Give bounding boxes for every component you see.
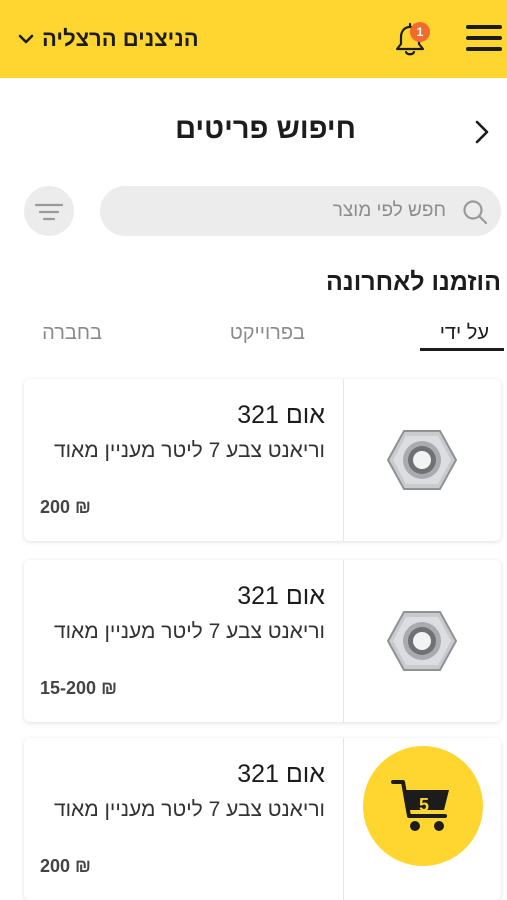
back-button[interactable] — [470, 118, 494, 146]
product-price: ₪ 200 — [40, 856, 91, 876]
hex-nut-icon — [386, 611, 458, 671]
branch-selector[interactable]: הניצנים הרצליה — [18, 22, 199, 56]
product-price: ₪ 15-200 — [40, 678, 117, 698]
search-icon — [463, 200, 488, 225]
active-tab-indicator — [420, 348, 504, 351]
product-description: וריאנט צבע 7 ליטר מעניין מאוד — [53, 439, 325, 462]
product-name: אום 321 — [237, 401, 325, 429]
search-input[interactable] — [126, 186, 446, 236]
product-card[interactable]: אום 321 וריאנט צבע 7 ליטר מעניין מאוד ₪ … — [24, 560, 501, 722]
page-title: חיפוש פריטים — [175, 113, 356, 145]
product-image — [343, 560, 501, 722]
tab-by-me[interactable]: על ידי — [440, 322, 489, 345]
product-description: וריאנט צבע 7 ליטר מעניין מאוד — [53, 620, 325, 643]
filter-button[interactable] — [24, 186, 74, 236]
chevron-right-icon — [475, 120, 489, 144]
product-name: אום 321 — [237, 760, 325, 788]
section-title: הוזמנו לאחרונה — [326, 268, 501, 296]
product-name: אום 321 — [237, 582, 325, 610]
product-image — [343, 379, 501, 541]
tab-company[interactable]: בחברה — [42, 322, 102, 345]
chevron-down-icon — [18, 34, 34, 44]
cart-count: 5 — [418, 795, 429, 815]
tab-project[interactable]: בפרוייקט — [230, 322, 305, 345]
branch-name: הניצנים הרצליה — [42, 26, 199, 51]
top-bar: הניצנים הרצליה 1 — [0, 0, 507, 78]
product-description: וריאנט צבע 7 ליטר מעניין מאוד — [53, 798, 325, 821]
hamburger-menu-icon — [466, 25, 502, 29]
hex-nut-icon — [386, 430, 458, 490]
search-bar — [100, 186, 501, 236]
cart-button[interactable]: 5 — [363, 746, 483, 866]
menu-button[interactable] — [466, 23, 502, 53]
filter-icon — [34, 203, 64, 221]
product-card[interactable]: אום 321 וריאנט צבע 7 ליטר מעניין מאוד ₪ … — [24, 379, 501, 541]
product-price: ₪ 200 — [40, 497, 91, 517]
notification-badge: 1 — [410, 22, 430, 42]
